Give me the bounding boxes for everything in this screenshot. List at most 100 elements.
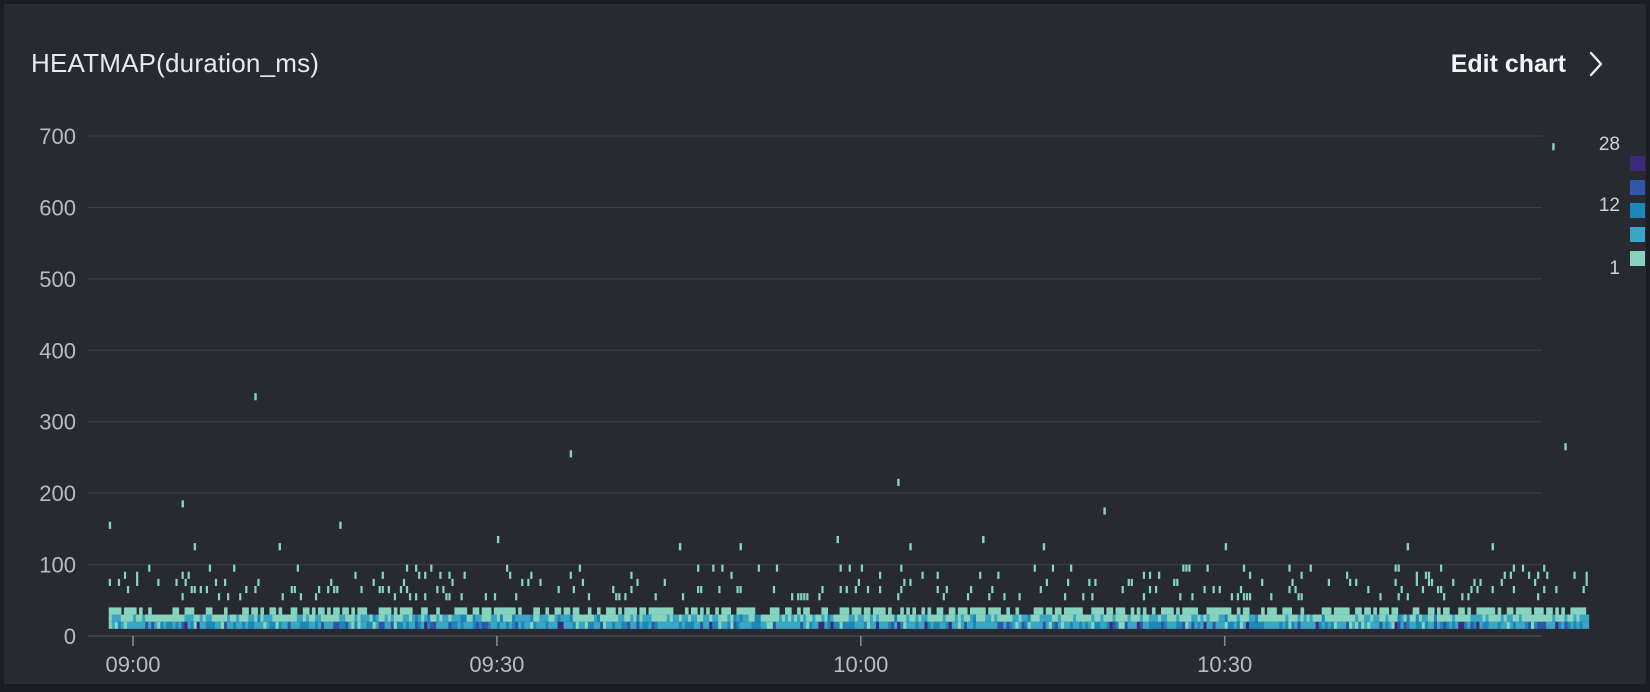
heatmap-cell xyxy=(345,607,349,615)
heatmap-cell xyxy=(1006,607,1010,615)
heatmap-cell xyxy=(1136,607,1141,615)
heatmap-cell xyxy=(193,586,196,594)
heatmap-cell xyxy=(399,586,403,594)
heatmap-cell xyxy=(199,586,202,594)
heatmap-cell xyxy=(1154,586,1158,594)
heatmap-cell xyxy=(381,586,384,594)
heatmap-cell xyxy=(1461,593,1464,601)
heatmap-cell xyxy=(1148,571,1152,579)
heatmap-cell xyxy=(1367,607,1371,615)
heatmap-cell xyxy=(1585,578,1588,586)
heatmap-cell xyxy=(272,607,277,615)
heatmap-cell xyxy=(360,586,363,594)
heatmap-cell xyxy=(448,593,451,601)
heatmap-outlier-cell xyxy=(1042,543,1046,551)
heatmap-cell xyxy=(117,607,122,615)
heatmap-cell xyxy=(1179,593,1182,601)
heatmap-cell xyxy=(415,593,418,601)
heatmap-cell xyxy=(684,607,689,615)
heatmap-cell xyxy=(217,593,221,601)
heatmap-cell xyxy=(1288,564,1291,572)
heatmap-cell xyxy=(618,607,622,615)
heatmap-cell xyxy=(1467,607,1471,615)
heatmap-cell xyxy=(1212,586,1215,594)
heatmap-cell xyxy=(321,607,325,615)
heatmap-cell xyxy=(1239,586,1243,594)
heatmap-cell xyxy=(387,586,390,594)
heatmap-cell xyxy=(1427,571,1431,579)
heatmap-cell xyxy=(227,593,230,601)
heatmap-cell xyxy=(942,593,945,601)
y-tick-label: 0 xyxy=(64,624,76,649)
heatmap-cell xyxy=(1227,607,1232,615)
heatmap-outlier-cell xyxy=(1552,143,1555,151)
heatmap-cell xyxy=(663,578,666,586)
heatmap-cell xyxy=(612,607,616,615)
heatmap-cell xyxy=(190,586,193,594)
heatmap-chart: 0 100 200 300 400 500 600 700 09:00 09:30 10:00 10:… xyxy=(39,124,1645,677)
heatmap-cell xyxy=(311,607,316,615)
heatmap-cell xyxy=(642,607,647,615)
heatmap-cell xyxy=(578,564,582,572)
heatmap-cell xyxy=(1051,564,1055,572)
heatmap-cell xyxy=(1188,564,1191,572)
heatmap-cell xyxy=(1094,578,1097,586)
heatmap-cell xyxy=(988,593,991,601)
heatmap-cell xyxy=(1394,578,1397,586)
heatmap-cell xyxy=(636,578,639,586)
heatmap-cell xyxy=(1503,571,1506,579)
heatmap-cell xyxy=(1346,607,1350,615)
heatmap-cell xyxy=(484,593,488,601)
heatmap-cell xyxy=(239,593,242,601)
heatmap-cell xyxy=(1479,578,1482,586)
heatmap-cell xyxy=(1397,564,1400,572)
heatmap-cell xyxy=(408,593,412,601)
heatmap-cell xyxy=(245,607,249,615)
heatmap-cell xyxy=(878,571,882,579)
heatmap-cell xyxy=(1048,607,1053,615)
heatmap-cell xyxy=(936,586,939,594)
heatmap-cell xyxy=(1109,607,1114,615)
heatmap-cell xyxy=(257,578,260,586)
heatmap-cell xyxy=(806,607,810,615)
heatmap-cell xyxy=(1273,607,1277,615)
legend-label: 1 xyxy=(1609,258,1620,279)
heatmap-cell xyxy=(997,607,1001,615)
heatmap-cell xyxy=(157,578,160,586)
heatmap-cell xyxy=(487,607,492,615)
heatmap-cell xyxy=(1194,607,1199,615)
heatmap-cell xyxy=(387,607,392,615)
legend-swatch xyxy=(1630,156,1645,171)
heatmap-cell xyxy=(697,564,700,572)
heatmap-cell xyxy=(991,586,994,594)
heatmap-cell xyxy=(136,578,139,586)
heatmap-cell xyxy=(327,607,331,615)
heatmap-cell xyxy=(1288,586,1291,594)
heatmap-cell xyxy=(509,571,512,579)
heatmap-cell xyxy=(1327,578,1331,586)
heatmap-cell xyxy=(293,607,298,615)
heatmap-cell xyxy=(1033,564,1036,572)
heatmap-cell xyxy=(299,593,303,601)
heatmap-cell xyxy=(545,607,550,615)
heatmap-cell xyxy=(1121,607,1126,615)
heatmap-cell xyxy=(845,607,850,615)
heatmap-cell xyxy=(175,578,178,586)
heatmap-cell xyxy=(181,571,184,579)
heatmap-outlier-cell xyxy=(909,543,912,551)
heatmap-cell xyxy=(1248,571,1252,579)
heatmap-cell xyxy=(1182,564,1185,572)
legend-swatch xyxy=(1630,180,1645,195)
y-tick-label: 700 xyxy=(39,124,76,149)
heatmap-cell xyxy=(900,586,903,594)
heatmap-cell xyxy=(900,607,904,615)
heatmap-cell xyxy=(1561,607,1565,615)
heatmap-cell xyxy=(1088,578,1091,586)
heatmap-cell xyxy=(951,607,956,615)
heatmap-cell xyxy=(1427,578,1431,586)
heatmap-cell xyxy=(1057,607,1062,615)
heatmap-outlier-cell xyxy=(181,500,184,508)
heatmap-cell xyxy=(1497,607,1502,615)
heatmap-cell xyxy=(463,571,466,579)
heatmap-cell xyxy=(424,571,427,579)
